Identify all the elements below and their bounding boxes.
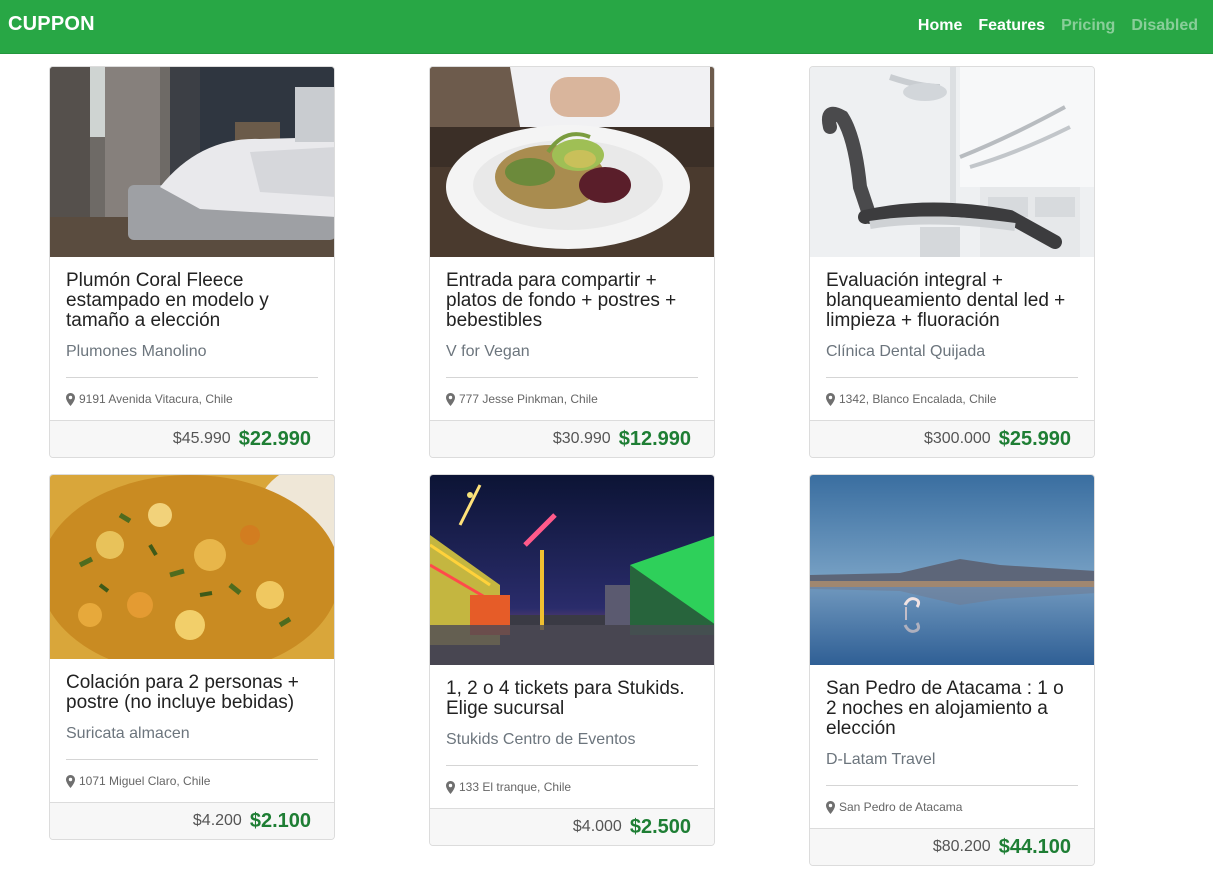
nav-features[interactable]: Features xyxy=(978,17,1045,35)
merchant-name: V for Vegan xyxy=(446,343,530,360)
bedroom-photo[interactable] xyxy=(50,67,334,257)
food-dish-photo[interactable] xyxy=(50,475,334,659)
nav-links: Home Features Pricing Disabled xyxy=(918,17,1198,35)
price-footer: $45.990 $22.990 xyxy=(50,420,334,457)
map-pin-icon xyxy=(66,392,75,406)
price-footer: $30.990 $12.990 xyxy=(430,420,714,457)
map-pin-icon xyxy=(446,780,455,794)
deal-location: 9191 Avenida Vitacura, Chile xyxy=(66,378,318,420)
nav-home[interactable]: Home xyxy=(918,17,962,35)
deal-location: 1342, Blanco Encalada, Chile xyxy=(826,378,1078,420)
merchant-name: D-Latam Travel xyxy=(826,751,936,768)
deal-location: 133 El tranque, Chile xyxy=(446,766,698,808)
old-price: $45.990 xyxy=(172,430,231,447)
deal-card[interactable]: Colación para 2 personas + postre (no in… xyxy=(49,474,335,840)
deal-title[interactable]: Evaluación integral + blanqueamiento den… xyxy=(826,271,1078,331)
nav-pricing[interactable]: Pricing xyxy=(1061,17,1115,35)
fairground-photo[interactable] xyxy=(430,475,714,665)
deal-location: 777 Jesse Pinkman, Chile xyxy=(446,378,698,420)
deal-card[interactable]: Entrada para compartir + platos de fondo… xyxy=(429,66,715,458)
new-price: $44.100 xyxy=(998,835,1071,858)
merchant-name: Stukids Centro de Eventos xyxy=(446,731,636,748)
location-text: 133 El tranque, Chile xyxy=(459,780,572,794)
deal-title[interactable]: Colación para 2 personas + postre (no in… xyxy=(66,673,318,713)
atacama-lagoon-photo[interactable] xyxy=(810,475,1094,665)
old-price: $30.990 xyxy=(552,430,611,447)
deal-card[interactable]: Plumón Coral Fleece estampado en modelo … xyxy=(49,66,335,458)
deal-card[interactable]: San Pedro de Atacama : 1 o 2 noches en a… xyxy=(809,474,1095,866)
location-text: 1342, Blanco Encalada, Chile xyxy=(839,392,997,406)
map-pin-icon xyxy=(66,774,75,788)
brand-logo[interactable]: CUPPON xyxy=(8,13,95,36)
new-price: $25.990 xyxy=(998,427,1071,450)
deal-location: San Pedro de Atacama xyxy=(826,786,1078,828)
merchant-name: Plumones Manolino xyxy=(66,343,207,360)
location-text: 777 Jesse Pinkman, Chile xyxy=(459,392,598,406)
location-text: 9191 Avenida Vitacura, Chile xyxy=(79,392,233,406)
map-pin-icon xyxy=(826,800,835,814)
new-price: $2.500 xyxy=(629,815,691,838)
price-footer: $300.000 $25.990 xyxy=(810,420,1094,457)
map-pin-icon xyxy=(826,392,835,406)
old-price: $80.200 xyxy=(932,838,991,855)
new-price: $22.990 xyxy=(238,427,311,450)
map-pin-icon xyxy=(446,392,455,406)
new-price: $2.100 xyxy=(249,809,311,832)
deal-title[interactable]: 1, 2 o 4 tickets para Stukids. Elige suc… xyxy=(446,679,698,719)
new-price: $12.990 xyxy=(618,427,691,450)
deal-title[interactable]: Entrada para compartir + platos de fondo… xyxy=(446,271,698,331)
merchant-name: Clínica Dental Quijada xyxy=(826,343,986,360)
price-footer: $4.200 $2.100 xyxy=(50,802,334,839)
old-price: $300.000 xyxy=(923,430,991,447)
old-price: $4.200 xyxy=(192,812,242,829)
deal-title[interactable]: Plumón Coral Fleece estampado en modelo … xyxy=(66,271,318,331)
salad-plate-photo[interactable] xyxy=(430,67,714,257)
location-text: San Pedro de Atacama xyxy=(839,800,963,814)
location-text: 1071 Miguel Claro, Chile xyxy=(79,774,211,788)
navbar: CUPPON Home Features Pricing Disabled xyxy=(0,0,1213,54)
price-footer: $4.000 $2.500 xyxy=(430,808,714,845)
deal-location: 1071 Miguel Claro, Chile xyxy=(66,760,318,802)
deal-card[interactable]: Evaluación integral + blanqueamiento den… xyxy=(809,66,1095,458)
price-footer: $80.200 $44.100 xyxy=(810,828,1094,865)
nav-disabled: Disabled xyxy=(1131,17,1198,34)
old-price: $4.000 xyxy=(572,818,622,835)
deal-card[interactable]: 1, 2 o 4 tickets para Stukids. Elige suc… xyxy=(429,474,715,846)
dental-chair-photo[interactable] xyxy=(810,67,1094,257)
deal-title[interactable]: San Pedro de Atacama : 1 o 2 noches en a… xyxy=(826,679,1078,739)
merchant-name: Suricata almacen xyxy=(66,725,190,742)
